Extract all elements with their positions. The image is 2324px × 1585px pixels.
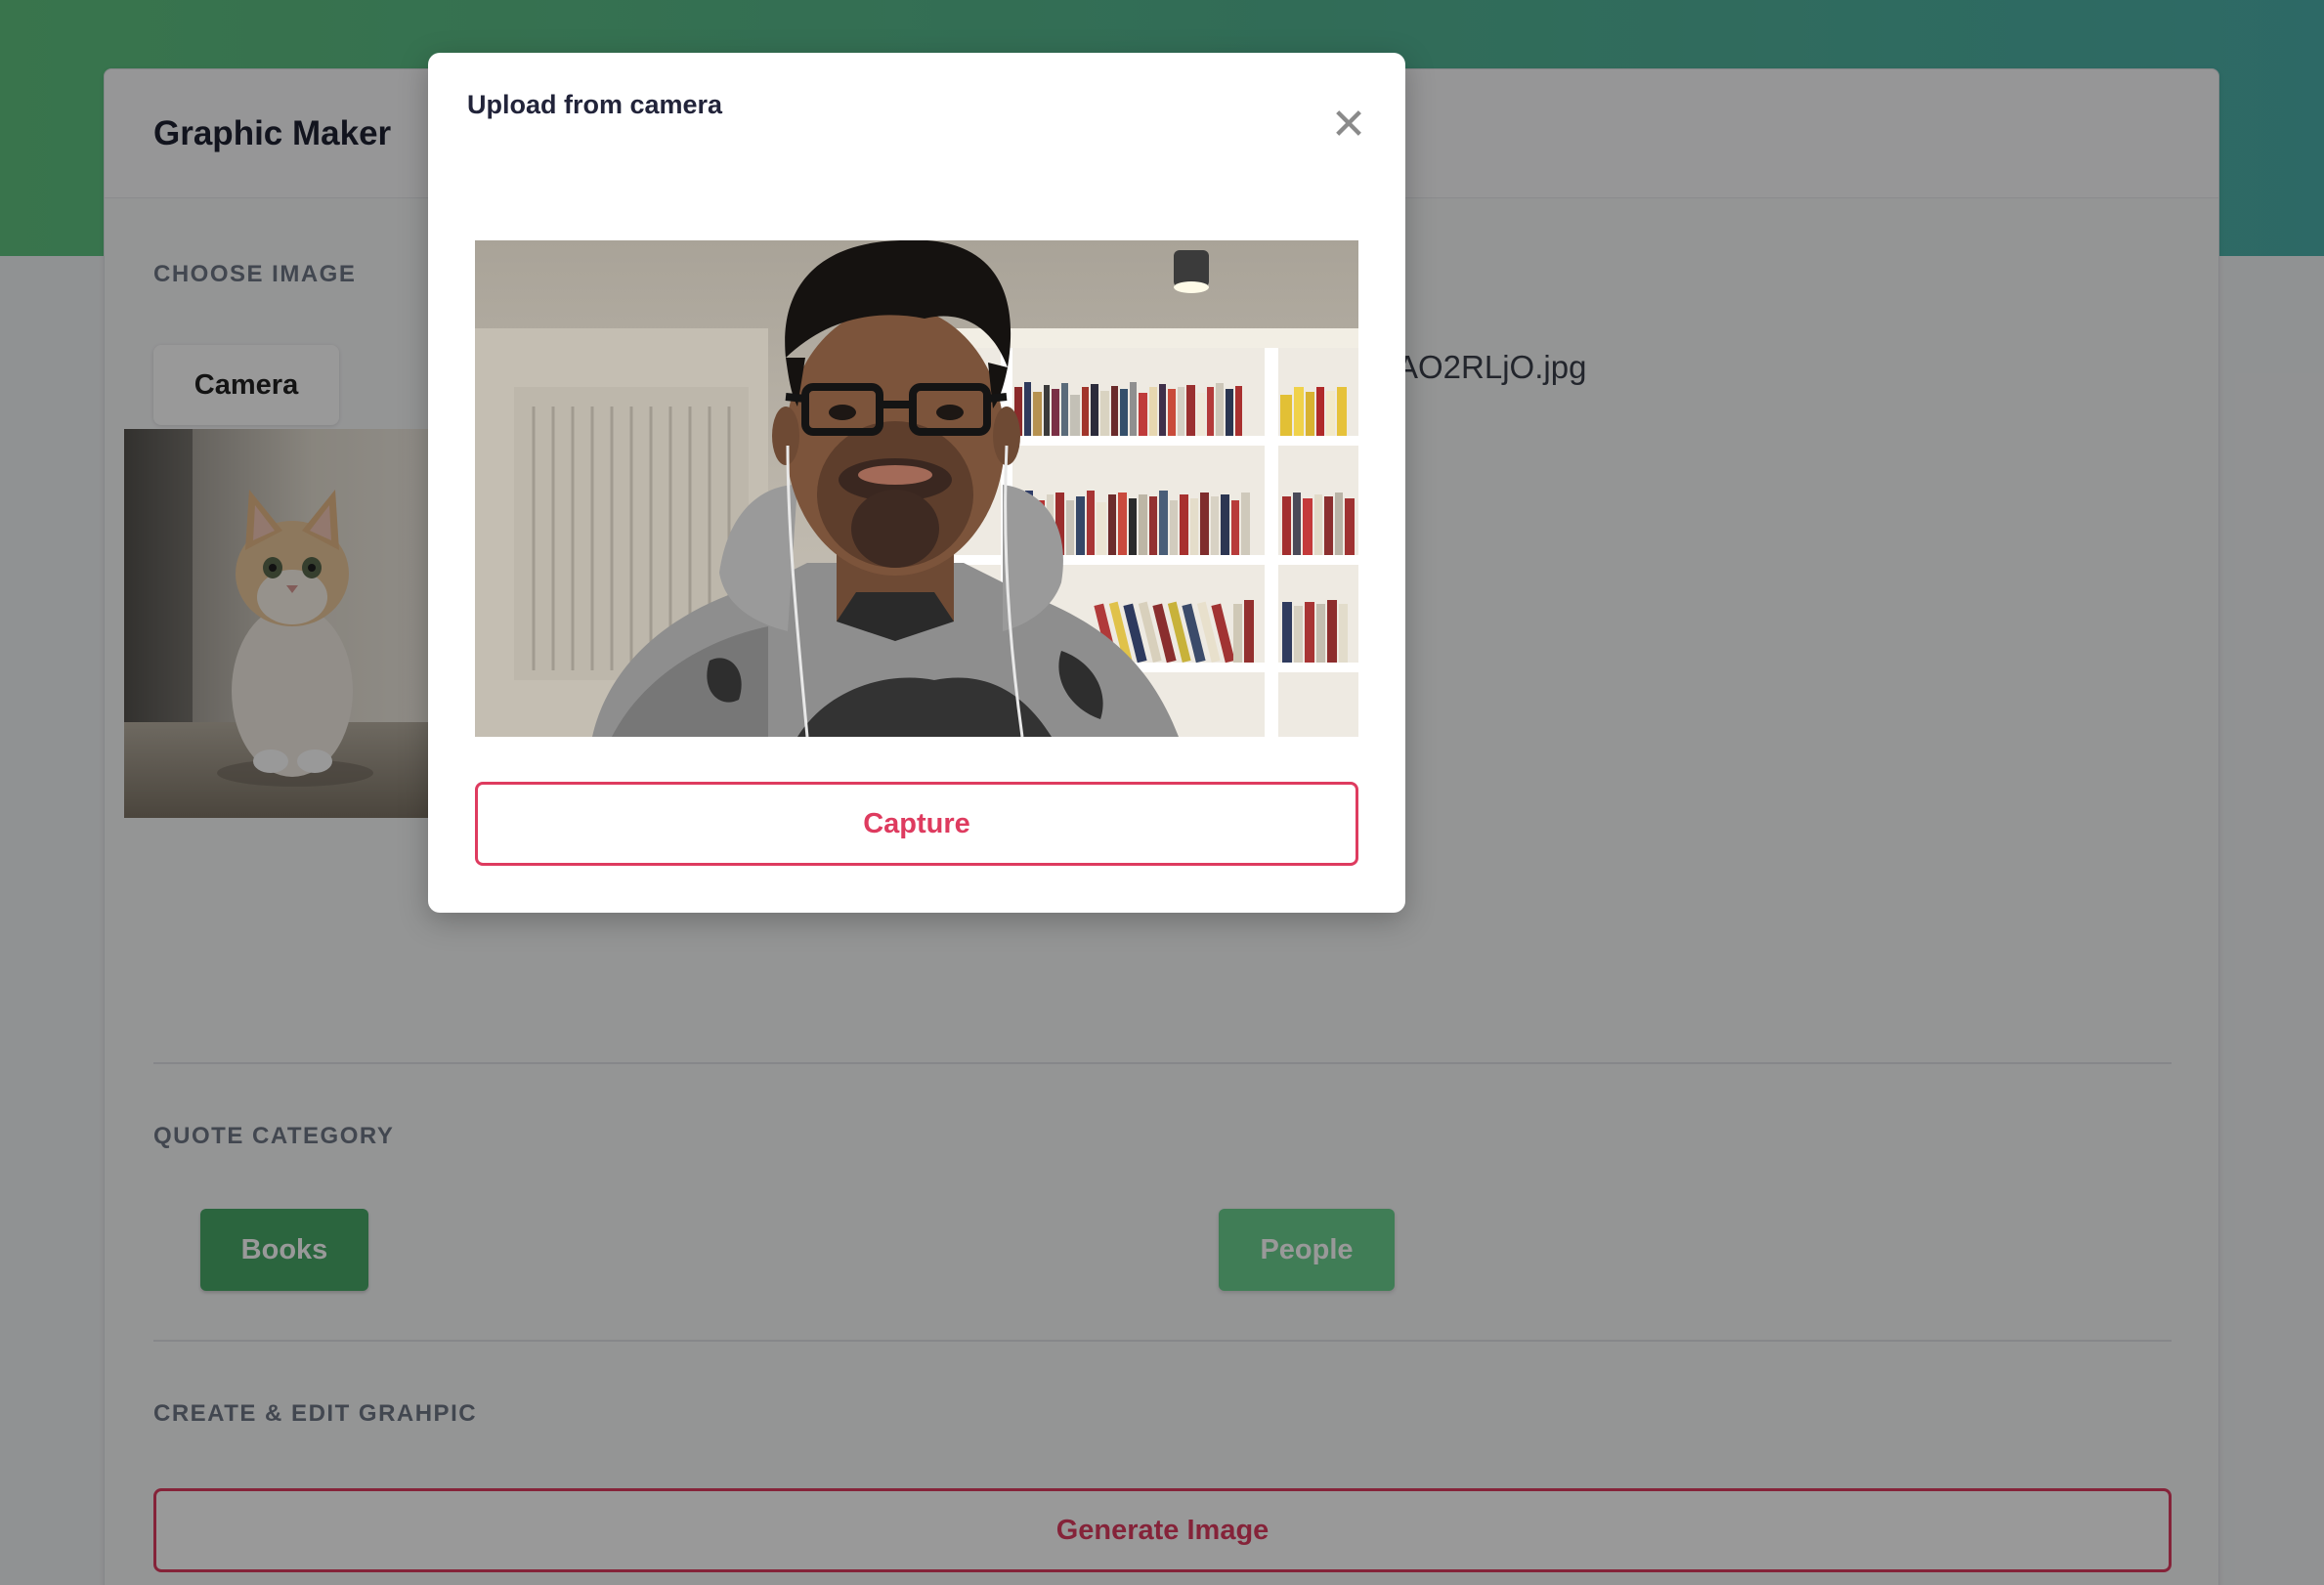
- capture-button[interactable]: Capture: [475, 782, 1358, 866]
- app-root: Graphic Maker CHOOSE IMAGE Camera AO2RLj…: [0, 0, 2324, 1585]
- modal-title: Upload from camera: [467, 90, 723, 119]
- camera-upload-modal: Upload from camera ✕ Capture: [428, 53, 1405, 913]
- camera-preview: [475, 240, 1358, 737]
- webcam-frame: [475, 240, 1358, 737]
- close-icon[interactable]: ✕: [1327, 104, 1370, 147]
